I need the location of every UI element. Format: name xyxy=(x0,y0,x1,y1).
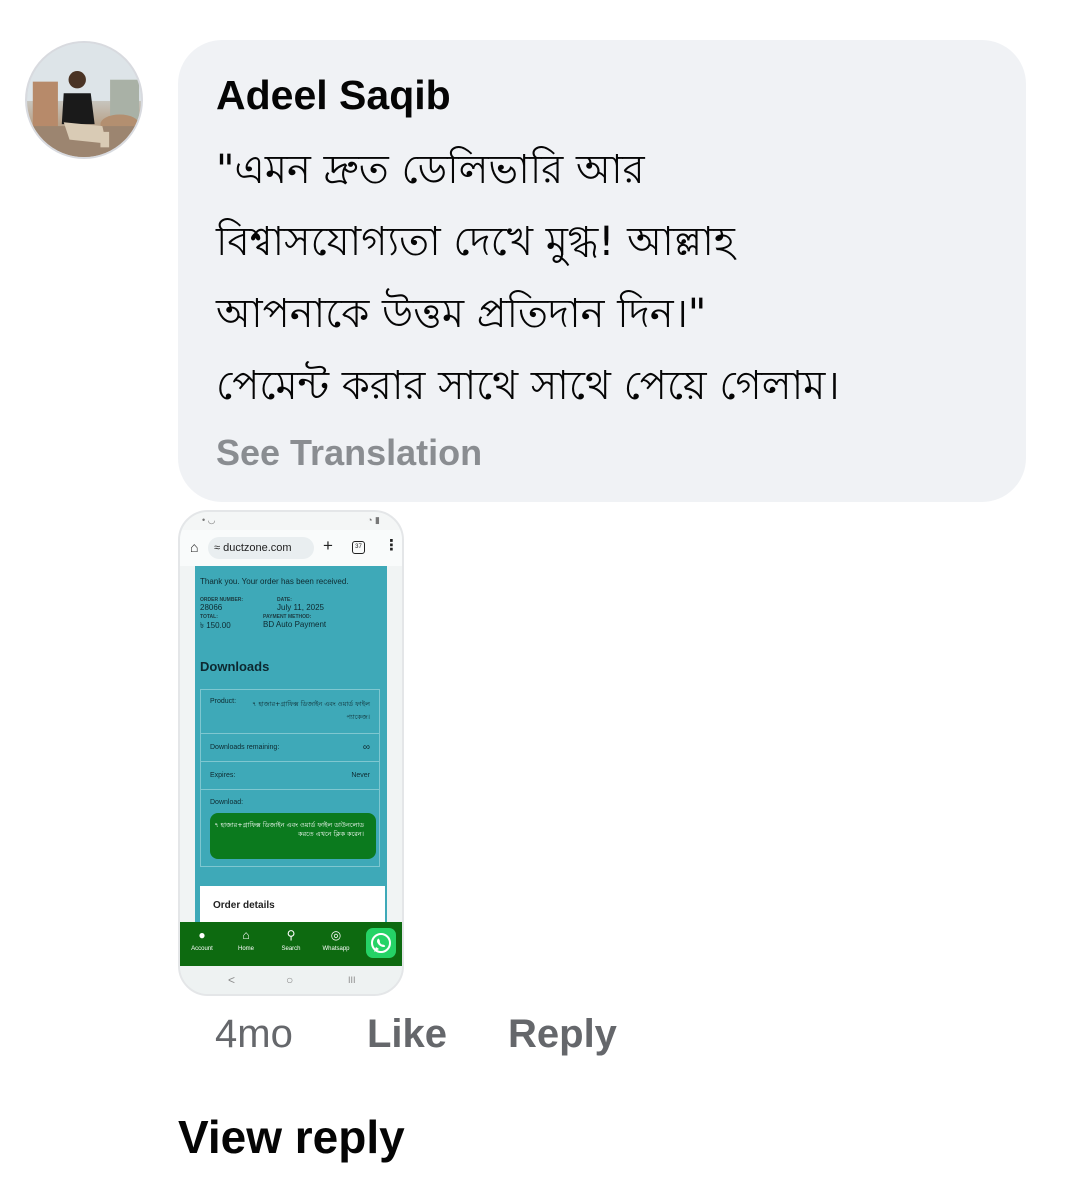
nav-label: Account xyxy=(191,946,213,952)
phone-status-bar: • ◡ ◔ ▮ xyxy=(180,512,402,530)
order-date: July 11, 2025 xyxy=(277,603,324,612)
whatsapp-icon xyxy=(371,933,391,953)
nav-label: Search xyxy=(281,946,301,952)
nav-whatsapp[interactable]: ◎ Whatsapp xyxy=(316,928,356,952)
download-button[interactable]: ৭ হাজার+গ্রাফিক্স ডিজাইন এবং ওয়ার্ড ফাই… xyxy=(210,813,376,859)
table-row: Expires: Never xyxy=(201,762,379,790)
attached-screenshot[interactable]: • ◡ ◔ ▮ ⌂ ≈ ductzone.com + 37 ⋮ Thank yo… xyxy=(178,510,404,996)
downloads-table: Product: ৭ হাজার+গ্রাফিক্স ডিজাইন এবং ওয… xyxy=(200,689,380,867)
see-translation-link[interactable]: See Translation xyxy=(216,432,482,474)
home-icon: ⌂ xyxy=(190,539,199,555)
comment-line: আপনাকে উত্তম প্রতিদান দিন।" xyxy=(216,291,707,337)
nav-search[interactable]: ⚲ Search xyxy=(271,928,311,952)
comment-line: বিশ্বাসযোগ্যতা দেখে মুগ্ধ! আল্লাহ xyxy=(216,219,735,265)
status-icons-left: • ◡ xyxy=(202,515,216,525)
home-button-icon: ○ xyxy=(286,973,294,987)
tab-count-icon: 37 xyxy=(352,541,365,554)
user-icon: ● xyxy=(198,928,206,942)
back-icon: < xyxy=(228,973,236,987)
address-bar: ≈ ductzone.com xyxy=(208,537,314,559)
order-details-title: Order details xyxy=(213,900,275,911)
comment-timestamp[interactable]: 4mo xyxy=(215,1012,293,1057)
reply-button[interactable]: Reply xyxy=(508,1012,617,1057)
payment-method: BD Auto Payment xyxy=(263,620,327,629)
view-reply-link[interactable]: View reply xyxy=(178,1110,405,1164)
nav-account[interactable]: ● Account xyxy=(182,928,222,952)
order-panel: Thank you. Your order has been received.… xyxy=(195,566,387,926)
browser-toolbar: ⌂ ≈ ductzone.com + 37 ⋮ xyxy=(180,530,402,566)
expires-label: Expires: xyxy=(210,772,236,779)
comment-bubble: Adeel Saqib "এমন দ্রুত ডেলিভারি আর বিশ্ব… xyxy=(178,40,1026,502)
status-icons-right: ◔ ▮ xyxy=(367,515,380,525)
order-number: 28066 xyxy=(200,603,223,612)
home-icon: ⌂ xyxy=(242,928,250,942)
table-row: Downloads remaining: ∞ xyxy=(201,734,379,762)
like-button[interactable]: Like xyxy=(367,1012,447,1057)
remaining-label: Downloads remaining: xyxy=(210,744,280,751)
new-tab-icon: + xyxy=(323,536,333,555)
browser-menu-icon: ⋮ xyxy=(384,537,399,554)
expires-value: Never xyxy=(351,772,370,779)
phone-system-nav: < ○ III xyxy=(180,966,402,994)
avatar[interactable] xyxy=(25,41,143,159)
comment-text: "এমন দ্রুত ডেলিভারি আর বিশ্বাসযোগ্যতা দে… xyxy=(216,134,1006,422)
search-icon: ⚲ xyxy=(286,928,296,942)
table-row: Product: ৭ হাজার+গ্রাফিক্স ডিজাইন এবং ওয… xyxy=(201,690,379,734)
whatsapp-float-button[interactable] xyxy=(366,928,396,958)
profile-photo xyxy=(27,43,141,157)
recents-icon: III xyxy=(348,975,356,985)
nav-label: Home xyxy=(237,946,254,952)
nav-label: Whatsapp xyxy=(322,946,350,952)
order-page: Thank you. Your order has been received.… xyxy=(180,566,402,946)
remaining-value: ∞ xyxy=(362,742,370,753)
product-label: Product: xyxy=(210,698,237,705)
order-received-text: Thank you. Your order has been received. xyxy=(200,577,349,586)
nav-home[interactable]: ⌂ Home xyxy=(226,928,266,952)
whatsapp-icon: ◎ xyxy=(330,928,342,942)
comment-line: পেমেন্ট করার সাথে সাথে পেয়ে গেলাম। xyxy=(216,363,840,409)
download-label: Download: xyxy=(210,799,244,806)
site-bottom-nav: ● Account ⌂ Home ⚲ Search ◎ Whatsapp xyxy=(180,922,402,966)
order-total: ৳ 150.00 xyxy=(200,621,231,630)
comment-author[interactable]: Adeel Saqib xyxy=(216,72,451,119)
product-value: ৭ হাজার+গ্রাফিক্স ডিজাইন এবং ওয়ার্ড ফাই… xyxy=(252,700,370,721)
downloads-heading: Downloads xyxy=(200,659,270,674)
comment-line: "এমন দ্রুত ডেলিভারি আর xyxy=(216,147,645,193)
